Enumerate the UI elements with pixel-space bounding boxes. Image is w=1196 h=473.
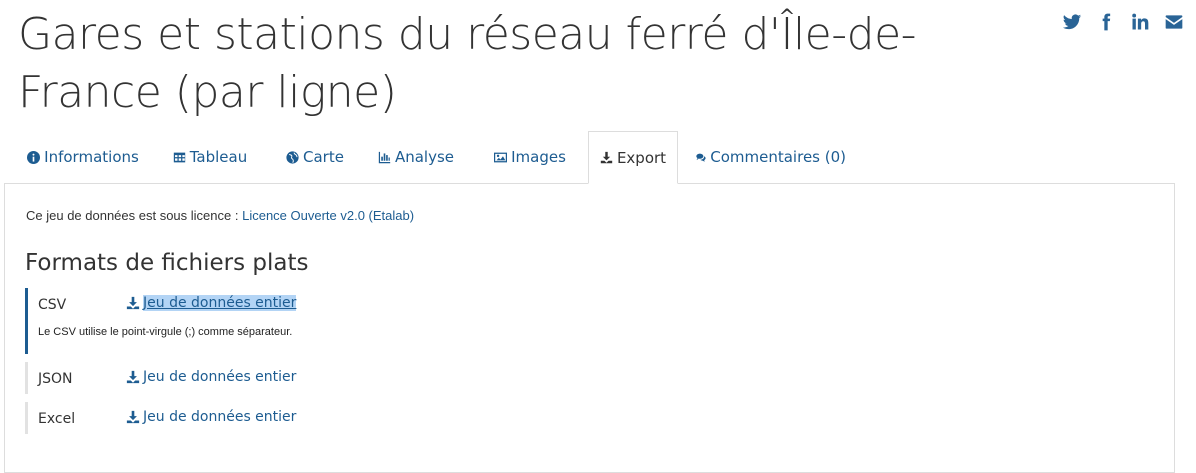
format-row-csv: CSV Jeu de données entier Le CSV utilise…: [25, 288, 425, 354]
linkedin-icon[interactable]: [1130, 12, 1150, 32]
download-link-label: Jeu de données entier: [143, 295, 297, 311]
email-icon[interactable]: [1164, 12, 1184, 32]
tab-analyse[interactable]: Analyse: [366, 131, 466, 183]
format-name: JSON: [38, 371, 73, 387]
download-icon: [126, 370, 140, 384]
tab-tableau[interactable]: Tableau: [160, 131, 260, 183]
format-name: Excel: [38, 411, 76, 427]
download-icon: [600, 151, 613, 164]
download-link-label: Jeu de données entier: [143, 369, 297, 385]
tab-export[interactable]: Export: [588, 131, 678, 184]
twitter-icon[interactable]: [1062, 12, 1082, 32]
download-icon: [126, 296, 140, 310]
facebook-icon[interactable]: [1096, 12, 1116, 32]
tab-label: Informations: [44, 148, 139, 166]
social-share-bar: [1062, 12, 1184, 32]
image-icon: [494, 152, 508, 162]
tab-informations[interactable]: Informations: [18, 131, 148, 183]
download-link-csv[interactable]: Jeu de données entier: [126, 295, 297, 311]
tab-images[interactable]: Images: [480, 131, 580, 183]
tab-bar: Informations Tableau Carte Analyse Image…: [4, 131, 1176, 184]
download-link-label: Jeu de données entier: [143, 409, 297, 425]
format-row-excel: Excel Jeu de données entier: [25, 402, 425, 434]
bar-chart-icon: [378, 151, 391, 163]
tab-label: Analyse: [394, 148, 455, 166]
download-link-excel[interactable]: Jeu de données entier: [126, 409, 296, 425]
tab-commentaires[interactable]: Commentaires (0): [696, 131, 846, 183]
csv-separator-note: Le CSV utilise le point-virgule (;) comm…: [38, 326, 293, 338]
licence-link[interactable]: Licence Ouverte v2.0 (Etalab): [242, 208, 414, 223]
download-link-json[interactable]: Jeu de données entier: [126, 369, 296, 385]
licence-line: Ce jeu de données est sous licence : Lic…: [26, 208, 414, 223]
page-title: Gares et stations du réseau ferré d'Île-…: [18, 9, 917, 118]
tab-label: Images: [511, 148, 566, 166]
section-title: Formats de fichiers plats: [25, 250, 309, 276]
tab-label: Export: [616, 148, 667, 167]
export-panel: Ce jeu de données est sous licence : Lic…: [4, 183, 1175, 473]
tab-label: Tableau: [189, 148, 248, 166]
tab-carte[interactable]: Carte: [270, 131, 360, 183]
globe-icon: [286, 150, 299, 164]
comments-icon: [696, 153, 706, 162]
download-icon: [126, 410, 140, 424]
tab-label: Commentaires (0): [710, 148, 846, 166]
format-name: CSV: [38, 297, 67, 313]
format-row-json: JSON Jeu de données entier: [25, 362, 425, 394]
table-icon: [173, 152, 185, 162]
info-circle-icon: [27, 150, 41, 164]
tab-label: Carte: [303, 148, 344, 166]
licence-prefix: Ce jeu de données est sous licence :: [26, 208, 239, 223]
